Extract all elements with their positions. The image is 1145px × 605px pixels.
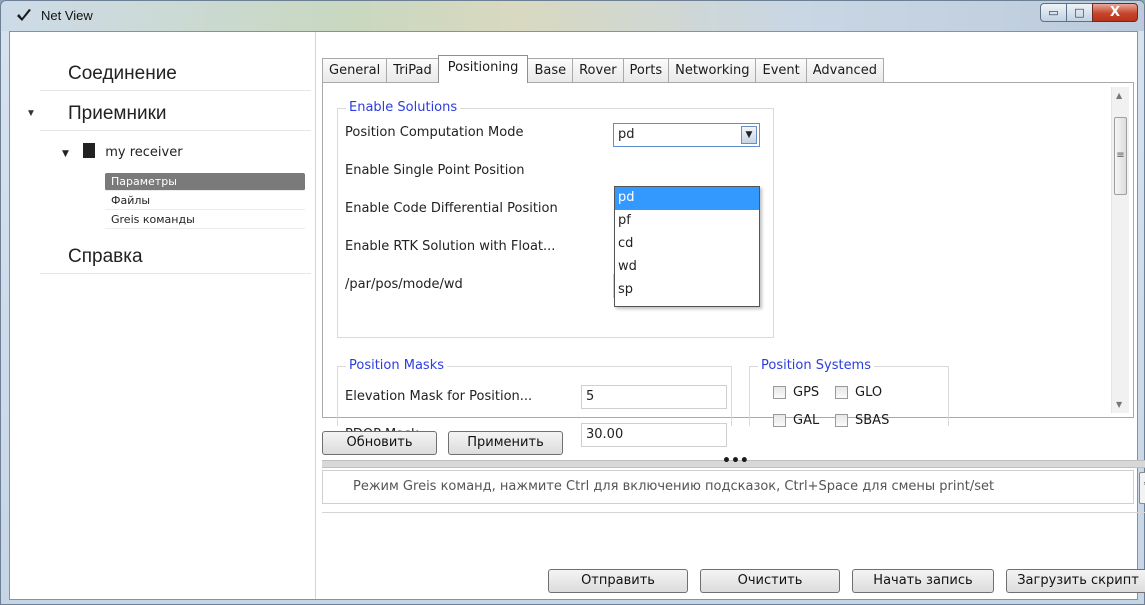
load-script-button[interactable]: Загрузить скрипт bbox=[1006, 569, 1145, 593]
close-button[interactable]: X bbox=[1092, 3, 1138, 22]
client-area: Соединение ▼ Приемники ▼ my receiver Пар… bbox=[9, 31, 1145, 600]
group-title: Enable Solutions bbox=[346, 100, 461, 115]
tree-item-receiver[interactable]: ▼ my receiver bbox=[62, 143, 183, 160]
checkbox-label: SBAS bbox=[855, 413, 890, 428]
pdop-mask-input[interactable]: 30.00 bbox=[581, 423, 727, 447]
sidebar-section-help[interactable]: Справка bbox=[40, 241, 311, 274]
sidebar-section-receivers[interactable]: ▼ Приемники bbox=[26, 98, 311, 131]
refresh-button[interactable]: Обновить bbox=[322, 431, 437, 455]
field-label: Enable RTK Solution with Float... bbox=[345, 239, 556, 254]
start-record-button[interactable]: Начать запись bbox=[852, 569, 994, 593]
tab-base[interactable]: Base bbox=[527, 58, 574, 83]
chevron-down-icon[interactable]: ▼ bbox=[741, 126, 757, 144]
greis-command-input[interactable]: Режим Greis команд, нажмите Ctrl для вкл… bbox=[322, 470, 1134, 504]
checkbox-box[interactable] bbox=[773, 414, 786, 427]
expand-arrow-icon[interactable]: ▼ bbox=[26, 98, 36, 130]
tab-event[interactable]: Event bbox=[755, 58, 807, 83]
apply-button[interactable]: Применить bbox=[448, 431, 563, 455]
mode-dropdown-list[interactable]: pd pf cd wd sp bbox=[614, 186, 760, 307]
minimize-button[interactable]: ▭ bbox=[1040, 3, 1067, 22]
scrollbar-thumb[interactable]: ≡ bbox=[1114, 117, 1127, 195]
checkbox-box[interactable] bbox=[835, 414, 848, 427]
command-mode-toggle[interactable]: * bbox=[1139, 472, 1145, 504]
sidebar-item-label: Параметры bbox=[111, 175, 177, 188]
sidebar-item-files[interactable]: Файлы bbox=[105, 192, 305, 210]
dropdown-option-pf[interactable]: pf bbox=[615, 210, 759, 233]
dropdown-option-cd[interactable]: cd bbox=[615, 233, 759, 256]
panel-splitter[interactable]: ••• bbox=[322, 453, 1145, 469]
title-bar[interactable]: Net View ▭ □ X bbox=[1, 1, 1144, 31]
app-window: Net View ▭ □ X Соединение ▼ Приемники ▼ … bbox=[0, 0, 1145, 605]
tab-ports[interactable]: Ports bbox=[622, 58, 670, 83]
field-label: Enable Single Point Position bbox=[345, 163, 525, 178]
sidebar-section-label: Соединение bbox=[68, 63, 177, 84]
dropdown-option-sp[interactable]: sp bbox=[615, 279, 759, 302]
expand-arrow-icon[interactable]: ▼ bbox=[62, 149, 69, 159]
sidebar-item-label: Файлы bbox=[111, 194, 151, 207]
checkbox-glo[interactable]: GLO bbox=[835, 385, 882, 400]
tab-tripad[interactable]: TriPad bbox=[386, 58, 439, 83]
send-button[interactable]: Отправить bbox=[548, 569, 688, 593]
receiver-label: my receiver bbox=[105, 145, 183, 160]
elevation-mask-input[interactable]: 5 bbox=[581, 385, 727, 409]
sidebar: Соединение ▼ Приемники ▼ my receiver Пар… bbox=[10, 32, 316, 599]
dropdown-option-pd[interactable]: pd bbox=[615, 187, 759, 210]
output-divider bbox=[322, 512, 1145, 513]
close-icon: X bbox=[1109, 5, 1121, 20]
checkbox-gps[interactable]: GPS bbox=[773, 385, 819, 400]
field-label: /par/pos/mode/wd bbox=[345, 277, 463, 292]
minimize-icon: ▭ bbox=[1048, 6, 1059, 19]
tab-positioning[interactable]: Positioning bbox=[437, 55, 529, 83]
sidebar-item-parameters[interactable]: Параметры bbox=[105, 173, 305, 191]
sidebar-item-label: Greis команды bbox=[111, 213, 195, 226]
splitter-grip-icon[interactable]: ••• bbox=[722, 453, 749, 469]
checkbox-box[interactable] bbox=[835, 386, 848, 399]
field-label: Position Computation Mode bbox=[345, 125, 524, 140]
scroll-down-icon[interactable]: ▼ bbox=[1116, 400, 1122, 409]
window-title: Net View bbox=[41, 8, 93, 23]
checkbox-box[interactable] bbox=[773, 386, 786, 399]
tab-advanced[interactable]: Advanced bbox=[805, 58, 884, 83]
sidebar-section-connection[interactable]: Соединение bbox=[40, 58, 311, 91]
checkbox-label: GAL bbox=[793, 413, 820, 428]
position-mode-combo[interactable]: pd ▼ bbox=[613, 123, 760, 147]
window-controls: ▭ □ X bbox=[1040, 3, 1138, 22]
receiver-device-icon bbox=[83, 143, 96, 158]
sidebar-section-label: Справка bbox=[68, 246, 143, 267]
maximize-icon: □ bbox=[1074, 6, 1085, 19]
tab-bar: General TriPad Positioning Base Rover Po… bbox=[322, 55, 884, 83]
field-label: Enable Code Differential Position bbox=[345, 201, 558, 216]
dropdown-option-wd[interactable]: wd bbox=[615, 256, 759, 279]
field-label: Elevation Mask for Position... bbox=[345, 389, 533, 404]
tab-networking[interactable]: Networking bbox=[668, 58, 757, 83]
tab-general[interactable]: General bbox=[322, 58, 388, 83]
main-panel: General TriPad Positioning Base Rover Po… bbox=[318, 32, 1145, 599]
checkbox-sbas[interactable]: SBAS bbox=[835, 413, 889, 428]
scroll-up-icon[interactable]: ▲ bbox=[1116, 91, 1122, 100]
combo-value: pd bbox=[618, 127, 635, 142]
checkbox-label: GLO bbox=[855, 385, 883, 400]
maximize-button[interactable]: □ bbox=[1066, 3, 1093, 22]
positioning-panel: Enable Solutions Position Computation Mo… bbox=[322, 82, 1134, 447]
group-title: Position Masks bbox=[346, 358, 448, 373]
checkbox-gal[interactable]: GAL bbox=[773, 413, 819, 428]
command-input-placeholder: Режим Greis команд, нажмите Ctrl для вкл… bbox=[353, 479, 995, 494]
group-title: Position Systems bbox=[758, 358, 874, 373]
checkbox-label: GPS bbox=[793, 385, 820, 400]
sidebar-section-label: Приемники bbox=[68, 103, 167, 124]
clear-button[interactable]: Очистить bbox=[700, 569, 840, 593]
field-value: 5 bbox=[586, 389, 595, 404]
net-view-check-icon bbox=[17, 9, 31, 21]
field-value: 30.00 bbox=[586, 427, 624, 442]
tab-rover[interactable]: Rover bbox=[572, 58, 624, 83]
sidebar-item-greis-commands[interactable]: Greis команды bbox=[105, 211, 305, 229]
vertical-scrollbar[interactable]: ▲ ≡ ▼ bbox=[1111, 87, 1129, 413]
